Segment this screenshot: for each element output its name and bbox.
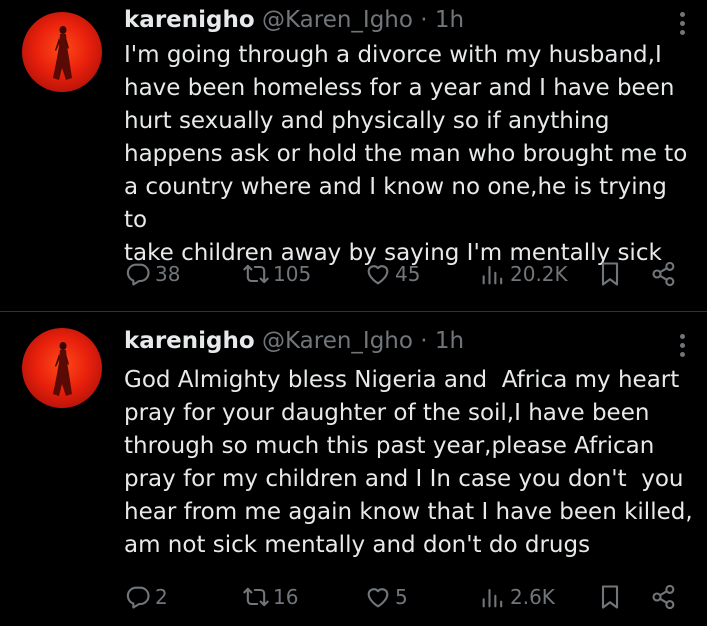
views-button[interactable]: 2.6K bbox=[479, 581, 555, 613]
tweet-actions: 38 105 45 20.2K bbox=[124, 258, 687, 290]
bookmark-icon bbox=[601, 262, 619, 286]
view-count: 2.6K bbox=[510, 585, 555, 609]
handle[interactable]: @Karen_Igho bbox=[262, 328, 413, 354]
reply-icon bbox=[126, 263, 150, 286]
handle[interactable]: @Karen_Igho bbox=[262, 7, 413, 33]
heart-icon bbox=[367, 588, 389, 608]
view-count: 20.2K bbox=[510, 262, 568, 286]
bookmark-button[interactable] bbox=[596, 581, 624, 613]
avatar-figure-icon bbox=[53, 342, 72, 396]
tweet-text: I'm going through a divorce with my husb… bbox=[124, 42, 688, 266]
timestamp[interactable]: 1h bbox=[435, 7, 464, 33]
heart-icon bbox=[367, 265, 389, 285]
share-icon bbox=[652, 261, 675, 287]
views-icon bbox=[482, 265, 503, 285]
tweet[interactable]: karenigho @Karen_Igho · 1h God Almighty … bbox=[0, 311, 707, 626]
share-button[interactable] bbox=[650, 581, 678, 613]
retweet-count: 16 bbox=[273, 585, 299, 609]
avatar-figure-icon bbox=[53, 26, 72, 80]
reply-icon bbox=[126, 586, 150, 609]
bookmark-icon bbox=[601, 585, 619, 609]
avatar[interactable] bbox=[22, 12, 102, 92]
like-count: 45 bbox=[395, 262, 421, 286]
tweet-header: karenigho @Karen_Igho · 1h bbox=[124, 326, 647, 356]
retweet-icon bbox=[243, 587, 269, 607]
display-name[interactable]: karenigho bbox=[124, 328, 255, 354]
retweet-button[interactable]: 16 bbox=[242, 581, 298, 613]
timestamp[interactable]: 1h bbox=[435, 328, 464, 354]
separator: · bbox=[420, 328, 428, 354]
reply-count: 38 bbox=[155, 262, 181, 286]
views-icon bbox=[482, 588, 503, 608]
tweet-text: God Almighty bless Nigeria and Africa my… bbox=[124, 367, 693, 558]
more-icon[interactable] bbox=[677, 334, 687, 360]
bookmark-button[interactable] bbox=[596, 258, 624, 290]
reply-button[interactable]: 2 bbox=[124, 581, 168, 613]
more-icon[interactable] bbox=[677, 12, 687, 38]
tweet[interactable]: karenigho @Karen_Igho · 1h I'm going thr… bbox=[0, 0, 707, 311]
views-button[interactable]: 20.2K bbox=[479, 258, 568, 290]
reply-count: 2 bbox=[155, 585, 168, 609]
tweet-header: karenigho @Karen_Igho · 1h bbox=[124, 5, 647, 35]
retweet-count: 105 bbox=[273, 262, 312, 286]
like-count: 5 bbox=[395, 585, 408, 609]
like-button[interactable]: 45 bbox=[364, 258, 420, 290]
separator: · bbox=[420, 7, 428, 33]
share-icon bbox=[652, 584, 675, 610]
share-button[interactable] bbox=[650, 258, 678, 290]
retweet-button[interactable]: 105 bbox=[242, 258, 311, 290]
reply-button[interactable]: 38 bbox=[124, 258, 180, 290]
avatar[interactable] bbox=[22, 328, 102, 408]
display-name[interactable]: karenigho bbox=[124, 7, 255, 33]
retweet-icon bbox=[243, 264, 269, 284]
tweet-actions: 2 16 5 2.6K bbox=[124, 581, 687, 613]
like-button[interactable]: 5 bbox=[364, 581, 408, 613]
